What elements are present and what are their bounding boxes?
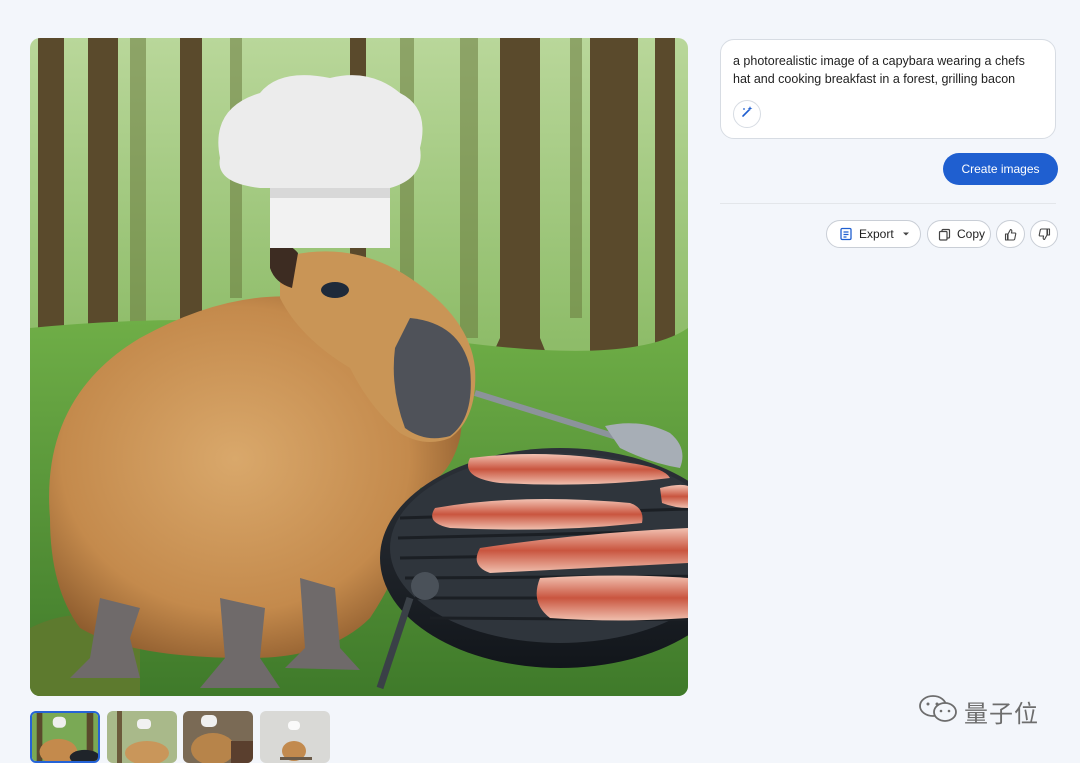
thumbnail-4[interactable] [260,711,330,763]
copy-label: Copy [957,227,986,241]
magic-wand-icon [740,105,754,124]
create-images-button[interactable]: Create images [943,153,1058,185]
wechat-logo-icon [918,694,960,729]
thumbnail-1[interactable] [30,711,100,763]
thumbs-down-button[interactable] [1030,220,1058,248]
prompt-card[interactable]: a photorealistic image of a capybara wea… [720,39,1056,139]
prompt-text[interactable]: a photorealistic image of a capybara wea… [733,52,1043,88]
generated-image[interactable] [30,38,688,696]
divider [720,203,1056,204]
watermark: 量子位 [918,694,1039,729]
thumbs-up-icon [1004,228,1017,241]
thumbnail-3[interactable] [183,711,253,763]
export-sheet-icon [839,227,853,241]
caret-down-icon [902,230,910,238]
thumbs-up-button[interactable] [996,220,1025,248]
copy-icon [938,228,951,241]
copy-button[interactable]: Copy [927,220,991,248]
thumbnail-2[interactable] [107,711,177,763]
export-label: Export [859,227,894,241]
magic-wand-button[interactable] [733,100,761,128]
thumbs-down-icon [1038,227,1051,241]
export-button[interactable]: Export [826,220,921,248]
watermark-text: 量子位 [964,701,1039,728]
